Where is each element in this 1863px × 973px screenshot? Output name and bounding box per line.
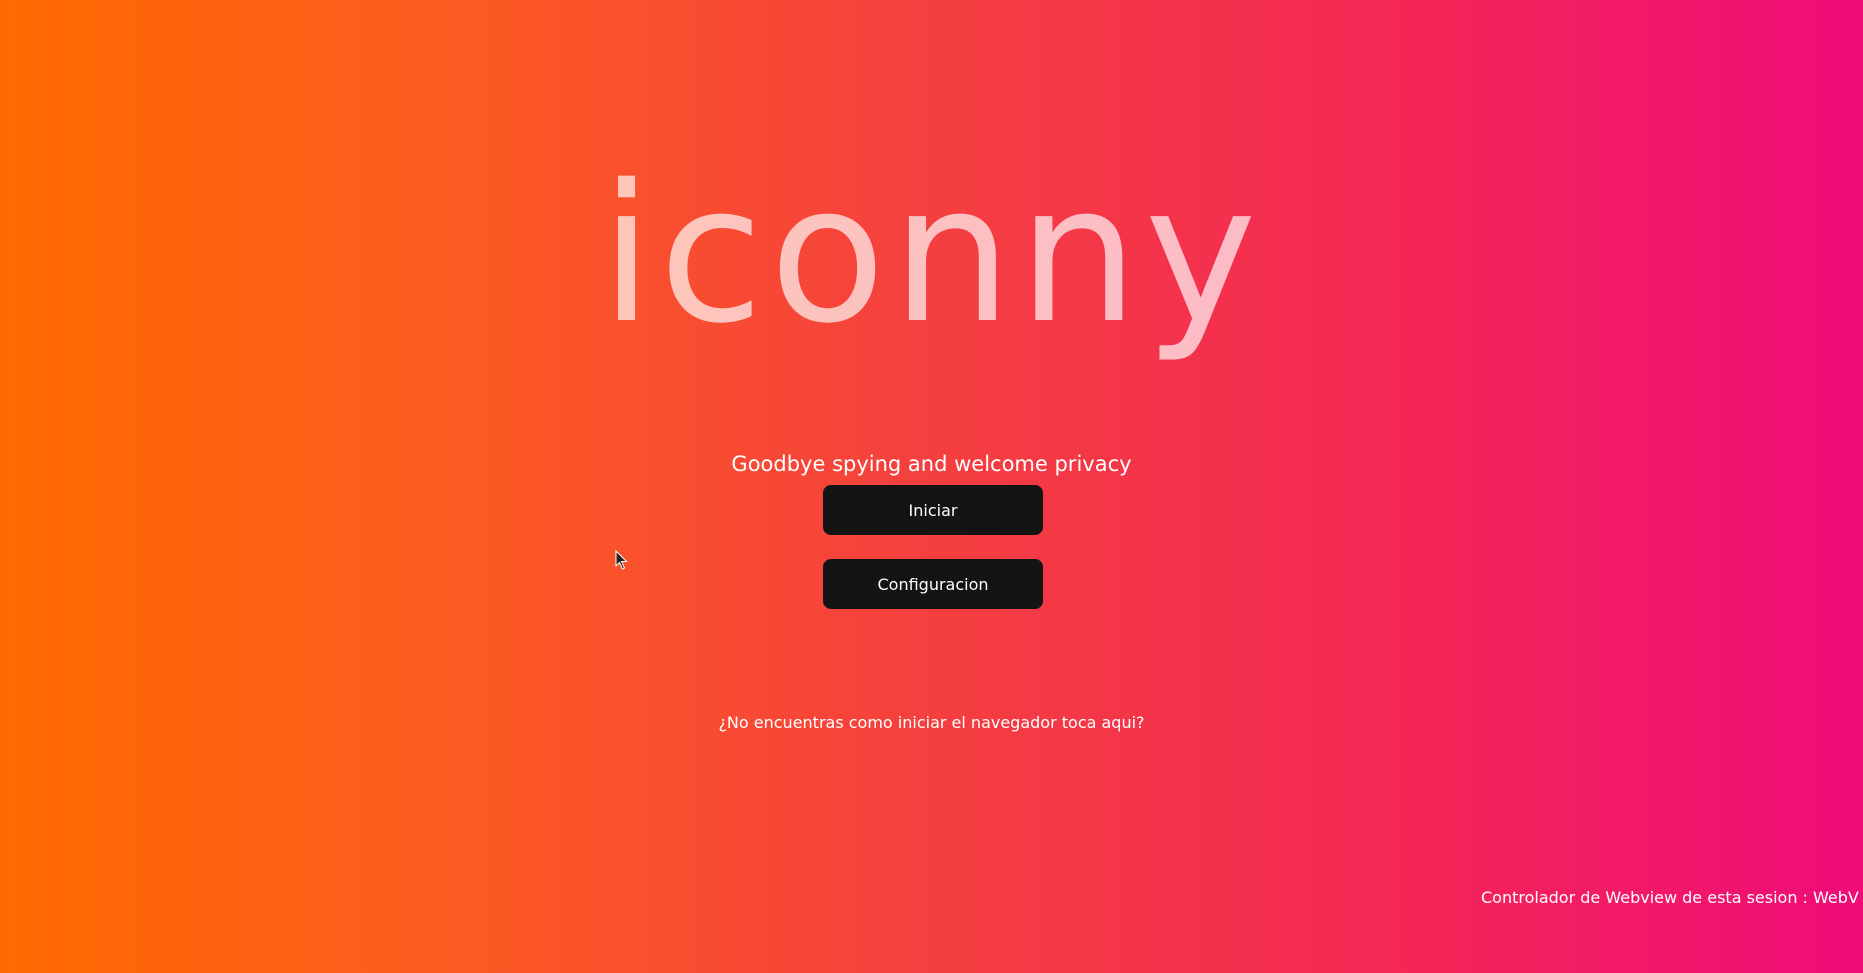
settings-button[interactable]: Configuracion (823, 559, 1043, 609)
logo-wordmark: iconny (600, 144, 1263, 365)
webview-controller-note: Controlador de Webview de esta sesion : … (1481, 888, 1859, 907)
mouse-pointer-icon (615, 550, 628, 570)
tagline: Goodbye spying and welcome privacy (731, 452, 1132, 476)
start-button[interactable]: Iniciar (823, 485, 1043, 535)
help-link[interactable]: ¿No encuentras como iniciar el navegador… (0, 713, 1863, 732)
